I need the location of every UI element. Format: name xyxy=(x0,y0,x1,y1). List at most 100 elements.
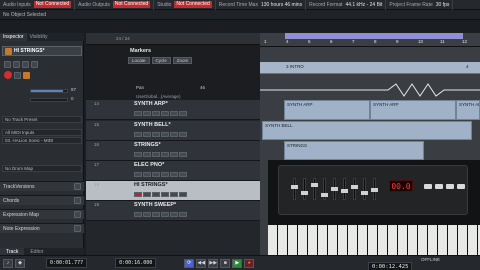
play-button[interactable]: ▶ xyxy=(232,258,243,268)
midi-part[interactable]: STRINGS xyxy=(284,141,424,160)
status-frame-rate[interactable]: Project Frame Rate 30 fps xyxy=(386,0,454,10)
status-audio-outputs[interactable]: Audio Outputs Not Connected xyxy=(75,0,155,10)
read-button[interactable] xyxy=(170,152,178,157)
solo-button[interactable] xyxy=(161,192,169,197)
mute-button[interactable] xyxy=(152,152,160,157)
locate-button[interactable]: Locate xyxy=(128,57,150,64)
mute-button[interactable] xyxy=(152,192,160,197)
status-studio[interactable]: Studio Not Connected xyxy=(154,0,216,10)
stop-button[interactable]: ■ xyxy=(220,258,231,268)
write-button[interactable] xyxy=(31,60,38,68)
track-name[interactable]: HI STRINGS* xyxy=(134,182,168,188)
solo-button[interactable] xyxy=(161,172,169,177)
record-enable-button[interactable] xyxy=(134,111,142,116)
record-button[interactable]: ● xyxy=(244,258,255,268)
solo-button[interactable] xyxy=(13,60,20,68)
midi-part[interactable]: SYNTH BELL xyxy=(262,121,472,140)
read-button[interactable] xyxy=(170,111,178,116)
pan-slider[interactable] xyxy=(30,98,68,102)
solo-button[interactable] xyxy=(161,132,169,137)
track-row[interactable]: 17 ELEC PNO* xyxy=(86,161,260,181)
solo-button[interactable] xyxy=(161,111,169,116)
track-preset-field[interactable]: No Track Preset xyxy=(2,116,82,123)
solo-button[interactable] xyxy=(161,152,169,157)
record-enable-button[interactable] xyxy=(4,71,12,79)
drum-map-select[interactable]: No Drum Map xyxy=(2,165,82,172)
frame-rate-value: 30 fps xyxy=(435,1,450,8)
write-button[interactable] xyxy=(179,212,187,217)
midi-output-select[interactable]: 03. HALion Sonic - MIDI xyxy=(2,137,82,144)
inspector-track-header[interactable]: HI STRINGS* xyxy=(2,46,82,56)
write-button[interactable] xyxy=(179,172,187,177)
record-enable-button[interactable] xyxy=(134,152,142,157)
track-name[interactable]: SYNTH ARP* xyxy=(134,101,168,107)
right-locator[interactable]: 0:00:16.000 xyxy=(115,258,157,268)
status-record-format[interactable]: Record Format 44.1 kHz - 24 Bit xyxy=(306,0,387,10)
track-row[interactable]: 19 SYNTH SWEEP* xyxy=(86,201,260,221)
monitor-button[interactable] xyxy=(143,172,151,177)
track-row[interactable]: 18 HI STRINGS* xyxy=(86,181,260,201)
track-row[interactable]: 14 SYNTH ARP* xyxy=(86,100,260,120)
monitor-button[interactable] xyxy=(143,152,151,157)
monitor-button[interactable] xyxy=(143,111,151,116)
track-name[interactable]: SYNTH SWEEP* xyxy=(134,202,176,208)
metronome-button[interactable]: ♪ xyxy=(3,258,13,268)
mute-button[interactable] xyxy=(4,60,11,68)
read-button[interactable] xyxy=(170,212,178,217)
record-enable-button[interactable] xyxy=(134,212,142,217)
solo-button[interactable] xyxy=(161,212,169,217)
left-locator[interactable]: 0:00:01.777 xyxy=(46,258,88,268)
write-button[interactable] xyxy=(179,132,187,137)
monitor-button[interactable] xyxy=(143,212,151,217)
write-button[interactable] xyxy=(179,152,187,157)
forward-button[interactable]: ▶▶ xyxy=(208,258,219,268)
mute-button[interactable] xyxy=(152,132,160,137)
mute-button[interactable] xyxy=(152,111,160,116)
section-note-expression[interactable]: Note Expression xyxy=(0,223,84,233)
cycle-button[interactable]: Cycle xyxy=(151,57,171,64)
read-button[interactable] xyxy=(170,132,178,137)
record-enable-button[interactable] xyxy=(134,132,142,137)
record-enable-button[interactable] xyxy=(134,192,142,197)
mute-button[interactable] xyxy=(152,172,160,177)
volume-slider[interactable] xyxy=(30,89,68,93)
status-audio-inputs[interactable]: Audio Inputs Not Connected xyxy=(0,0,76,10)
section-chords[interactable]: Chords xyxy=(0,195,84,205)
midi-part[interactable]: SYNTH ARP xyxy=(284,100,370,120)
track-name[interactable]: STRINGS* xyxy=(134,142,161,148)
midi-part[interactable]: SYNTH ARP xyxy=(456,100,480,120)
tab-inspector[interactable]: Inspector xyxy=(0,33,27,41)
mute-button[interactable] xyxy=(152,212,160,217)
midi-part[interactable]: SYNTH ARP xyxy=(370,100,456,120)
midi-input-select[interactable]: All MIDI Inputs xyxy=(2,129,82,136)
ruler-mark: 12 xyxy=(462,39,468,44)
zoom-button[interactable]: Zoom xyxy=(172,57,193,64)
record-enable-button[interactable] xyxy=(134,172,142,177)
marker-intro[interactable]: 3 INTRO xyxy=(286,64,304,69)
marker-4[interactable]: 4 xyxy=(466,64,469,69)
tab-visibility[interactable]: Visibility xyxy=(27,33,51,41)
track-row[interactable]: 16 STRINGS* xyxy=(86,141,260,161)
section-expression-map[interactable]: Expression Map xyxy=(0,209,84,219)
led-display: 00.0 xyxy=(389,180,413,192)
punch-button[interactable]: ◆ xyxy=(15,258,25,268)
track-name[interactable]: SYNTH BELL* xyxy=(134,122,171,128)
position-display[interactable]: 0:00:12.425 xyxy=(368,262,413,270)
read-button[interactable] xyxy=(170,172,178,177)
marker-lane[interactable]: 3 INTRO 4 xyxy=(260,62,480,74)
cycle-toggle-button[interactable]: ⟳ xyxy=(184,258,195,268)
inspector-track-name: HI STRINGS* xyxy=(14,48,45,54)
read-button[interactable] xyxy=(170,192,178,197)
track-name[interactable]: ELEC PNO* xyxy=(134,162,164,168)
write-button[interactable] xyxy=(179,192,187,197)
monitor-button[interactable] xyxy=(143,192,151,197)
monitor-button[interactable] xyxy=(143,132,151,137)
section-track-versions[interactable]: TrackVersions xyxy=(0,181,84,191)
write-button[interactable] xyxy=(179,111,187,116)
read-button[interactable] xyxy=(22,60,29,68)
edit-button[interactable] xyxy=(23,71,30,79)
monitor-button[interactable] xyxy=(14,71,21,79)
rewind-button[interactable]: ◀◀ xyxy=(196,258,207,268)
status-record-time[interactable]: Record Time Max 130 hours 46 mins xyxy=(216,0,307,10)
track-row[interactable]: 15 SYNTH BELL* xyxy=(86,121,260,141)
